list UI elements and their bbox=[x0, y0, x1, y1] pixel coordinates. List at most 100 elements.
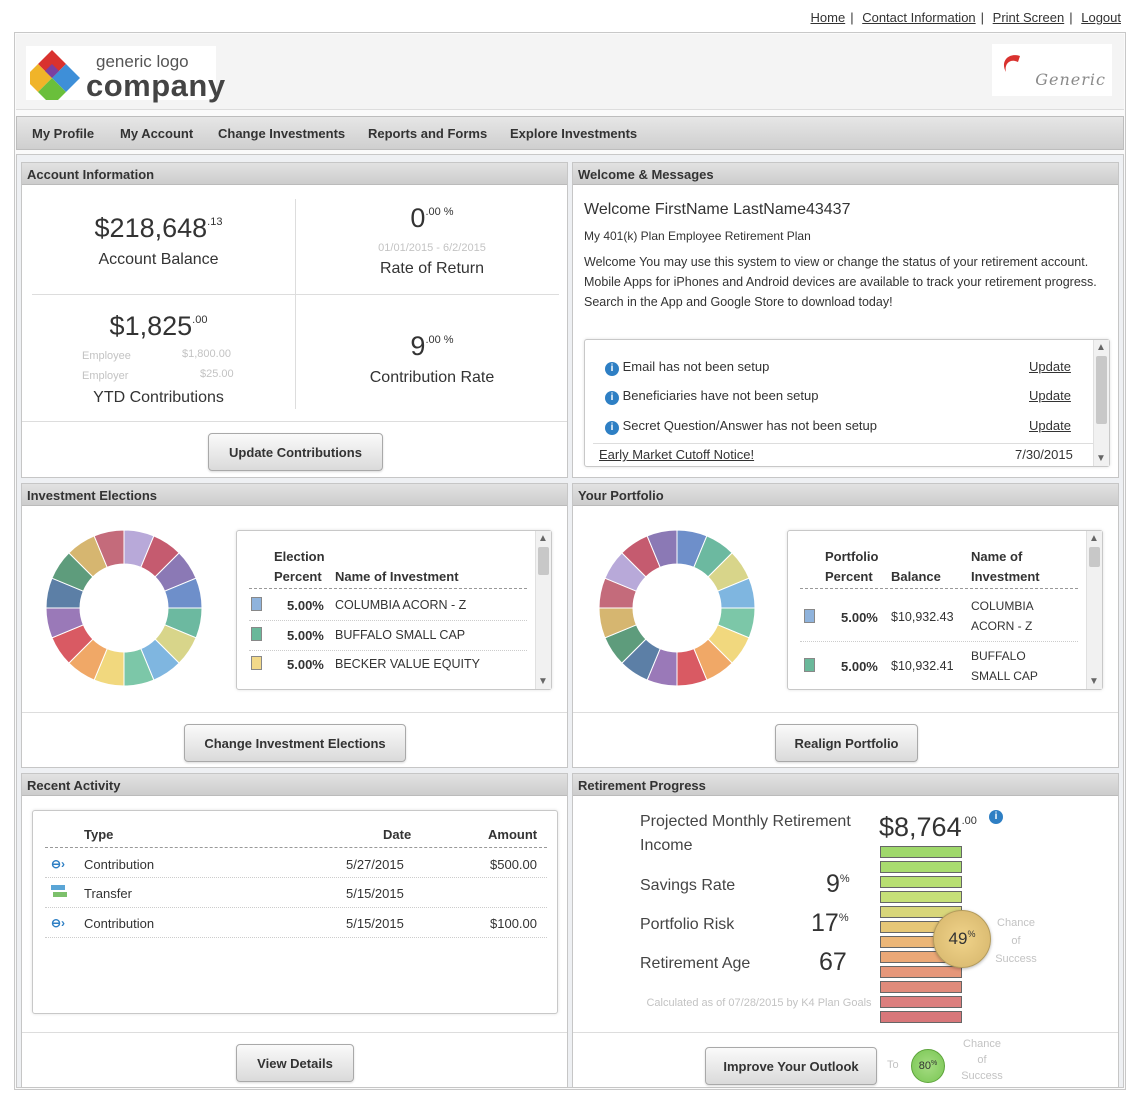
welcome-messages-panel: Welcome & Messages Welcome FirstName Las… bbox=[572, 162, 1119, 478]
investment-elections-panel: Investment Elections ▲ ▼ Election Percen… bbox=[21, 483, 568, 768]
activity-table: Type Date Amount ⊖› Contribution 5/27/20… bbox=[32, 810, 558, 1014]
update-secret-question-link[interactable]: Update bbox=[1029, 418, 1071, 433]
activity-amount: $100.00 bbox=[490, 916, 537, 931]
home-link[interactable]: Home bbox=[811, 10, 846, 25]
ytd-cents: .00 bbox=[192, 314, 208, 326]
list-item[interactable] bbox=[804, 609, 815, 628]
election-pct: 5.00% bbox=[287, 657, 324, 672]
col-percent: Percent bbox=[274, 569, 322, 584]
change-investment-elections-button[interactable]: Change Investment Elections bbox=[184, 724, 406, 762]
savings-rate-label: Savings Rate bbox=[640, 877, 736, 894]
contribution-icon: ⊖› bbox=[51, 916, 66, 930]
portfolio-name: COLUMBIA bbox=[971, 599, 1034, 613]
contrib-value: 9 bbox=[410, 331, 426, 361]
realign-portfolio-button[interactable]: Realign Portfolio bbox=[775, 724, 918, 762]
early-market-cutoff-link[interactable]: Early Market Cutoff Notice! bbox=[599, 447, 754, 462]
portfolio-risk: 17% bbox=[811, 909, 849, 937]
view-details-button[interactable]: View Details bbox=[236, 1044, 354, 1082]
meter-bar bbox=[880, 996, 962, 1008]
contribution-icon: ⊖› bbox=[51, 857, 66, 871]
activity-date: 5/15/2015 bbox=[346, 886, 404, 901]
contrib-label: Contribution Rate bbox=[369, 369, 495, 386]
brand-swirl-icon bbox=[1003, 55, 1020, 72]
savings-value: 9 bbox=[826, 870, 840, 898]
employee-value: $1,800.00 bbox=[182, 348, 231, 360]
savings-rate: 9% bbox=[826, 870, 850, 898]
activity-amount: $500.00 bbox=[490, 857, 537, 872]
ror-value: 0 bbox=[410, 203, 426, 233]
activity-type: Contribution bbox=[84, 857, 155, 872]
to-label: To bbox=[887, 1059, 899, 1071]
donut-segments bbox=[598, 529, 756, 687]
improved-chance-badge: 80% bbox=[911, 1049, 945, 1083]
account-information-panel: Account Information $218,648.13 Account … bbox=[21, 162, 568, 478]
improved-value: 80 bbox=[918, 1060, 931, 1072]
print-screen-link[interactable]: Print Screen bbox=[993, 10, 1065, 25]
notice-date: 7/30/2015 bbox=[1015, 447, 1073, 462]
improve-your-outlook-button[interactable]: Improve Your Outlook bbox=[705, 1047, 877, 1085]
logout-link[interactable]: Logout bbox=[1081, 10, 1121, 25]
col-amount: Amount bbox=[488, 827, 538, 842]
nav-my-account[interactable]: My Account bbox=[120, 126, 193, 141]
panel-title: Retirement Progress bbox=[573, 774, 1118, 796]
list-item[interactable] bbox=[251, 656, 262, 675]
activity-date: 5/27/2015 bbox=[346, 857, 404, 872]
ytd-amount: $1,825 bbox=[109, 311, 193, 341]
elections-scrollbar[interactable]: ▲ ▼ bbox=[535, 531, 551, 689]
update-contributions-button[interactable]: Update Contributions bbox=[208, 433, 383, 471]
header: generic logo company Generic bbox=[16, 34, 1124, 110]
chance-of-success-badge: 49% bbox=[933, 910, 991, 968]
main-nav: My Profile My Account Change Investments… bbox=[16, 116, 1124, 150]
portfolio-name: ACORN - Z bbox=[971, 619, 1033, 633]
color-swatch bbox=[251, 597, 262, 611]
brand-logo: Generic bbox=[992, 44, 1112, 96]
projected-amount: $8,764 bbox=[879, 812, 962, 842]
projected-cents: .00 bbox=[961, 815, 977, 827]
color-swatch bbox=[804, 658, 815, 672]
brand-name: Generic bbox=[1035, 70, 1106, 89]
info-icon[interactable]: i bbox=[989, 810, 1003, 824]
color-swatch bbox=[804, 609, 815, 623]
list-item[interactable] bbox=[251, 627, 262, 646]
ytd-label: YTD Contributions bbox=[93, 389, 224, 406]
employer-label: Employer bbox=[82, 370, 129, 382]
update-beneficiaries-link[interactable]: Update bbox=[1029, 388, 1071, 403]
portfolio-name: BUFFALO bbox=[971, 649, 1026, 663]
contrib-sup: .00 % bbox=[425, 334, 454, 346]
portfolio-pct: 5.00% bbox=[841, 659, 878, 674]
balance-amount: $218,648 bbox=[94, 213, 208, 243]
list-item[interactable] bbox=[251, 597, 262, 616]
balance-label: Account Balance bbox=[98, 251, 219, 268]
nav-reports-and-forms[interactable]: Reports and Forms bbox=[368, 126, 487, 141]
activity-type: Transfer bbox=[84, 886, 132, 901]
contact-information-link[interactable]: Contact Information bbox=[862, 10, 975, 25]
nav-change-investments[interactable]: Change Investments bbox=[218, 126, 345, 141]
nav-my-profile[interactable]: My Profile bbox=[32, 126, 94, 141]
col-percent: Percent bbox=[825, 569, 873, 584]
retirement-age-label: Retirement Age bbox=[640, 955, 751, 972]
portfolio-name: SMALL CAP bbox=[971, 669, 1038, 683]
election-pct: 5.00% bbox=[287, 598, 324, 613]
calc-note: Calculated as of 07/28/2015 by K4 Plan G… bbox=[646, 997, 872, 1009]
projected-income: $8,764.00 bbox=[879, 812, 977, 843]
nav-explore-investments[interactable]: Explore Investments bbox=[510, 126, 637, 141]
messages-list: ▲ ▼ i Email has not been setup Update i … bbox=[584, 339, 1110, 467]
retirement-progress-panel: Retirement Progress Projected Monthly Re… bbox=[572, 773, 1119, 1088]
col-name-of-investment: Name of Investment bbox=[335, 569, 459, 584]
meter-bar bbox=[880, 981, 962, 993]
portfolio-pct: 5.00% bbox=[841, 610, 878, 625]
list-item[interactable] bbox=[804, 658, 815, 677]
chance-label: Chance of Success bbox=[995, 917, 1037, 965]
company-logo[interactable]: generic logo company bbox=[26, 46, 225, 103]
info-icon: i bbox=[605, 362, 619, 376]
ror-label: Rate of Return bbox=[379, 260, 485, 277]
messages-scrollbar[interactable]: ▲ ▼ bbox=[1093, 340, 1109, 466]
panel-title: Recent Activity bbox=[22, 774, 567, 796]
portfolio-scrollbar[interactable]: ▲ ▼ bbox=[1086, 531, 1102, 689]
logo-line2: company bbox=[86, 68, 226, 103]
update-email-link[interactable]: Update bbox=[1029, 359, 1071, 374]
ror-dates: 01/01/2015 - 6/2/2015 bbox=[378, 242, 486, 254]
col-type: Type bbox=[84, 827, 114, 842]
election-pct: 5.00% bbox=[287, 628, 324, 643]
account-balance: $218,648.13 bbox=[22, 213, 295, 244]
